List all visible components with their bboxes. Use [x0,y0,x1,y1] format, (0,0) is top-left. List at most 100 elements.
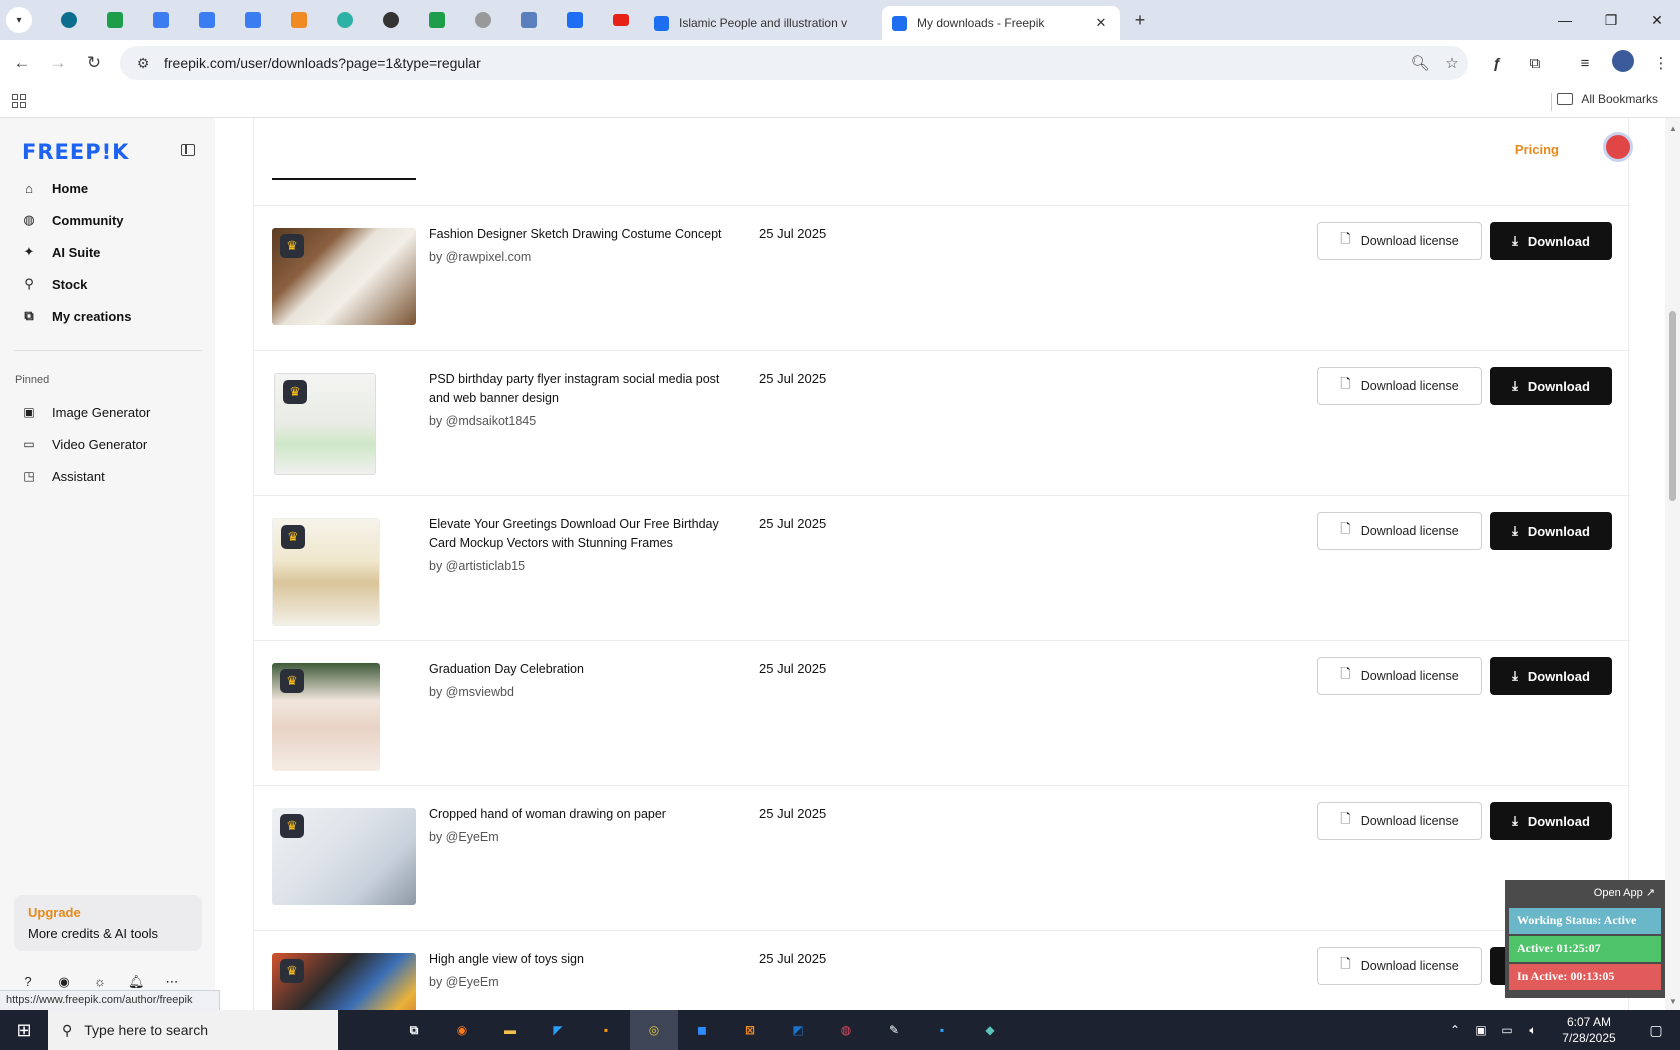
tab-my-downloads[interactable]: My downloads - Freepik ✕ [882,6,1120,40]
pinned-tab[interactable] [230,0,276,40]
tray-wifi-icon[interactable]: ▭ [1494,1023,1520,1037]
outlook-icon[interactable]: ◩ [774,1010,822,1050]
extensions-icon[interactable]: ⧉ [1516,55,1554,72]
bookmark-star-icon[interactable]: ☆ [1436,54,1468,72]
item-author[interactable]: by @msviewbd [429,685,514,699]
apps-grid-icon[interactable] [12,94,26,108]
sidebar-item-stock[interactable]: ⚲ Stock [14,268,204,300]
pinned-tab[interactable] [552,0,598,40]
pinned-tab[interactable] [92,0,138,40]
scroll-down-arrow-icon[interactable]: ▼ [1669,997,1677,1006]
close-tab-icon[interactable]: ✕ [1092,14,1110,32]
pinned-tab[interactable] [460,0,506,40]
item-author[interactable]: by @EyeEm [429,975,499,989]
close-window-icon[interactable]: ✕ [1634,0,1680,40]
sidebar-item-community[interactable]: ◍ Community [14,204,204,236]
thumbnail-image[interactable]: ♛ [272,518,380,626]
chrome-icon[interactable]: ◎ [630,1010,678,1050]
tray-network-icon[interactable]: ▣ [1468,1023,1494,1037]
notification-bell-icon[interactable]: 🔔︎ [128,974,145,990]
item-author[interactable]: by @rawpixel.com [429,250,531,264]
sidebar-collapse-icon[interactable] [181,144,195,156]
item-title[interactable]: PSD birthday party flyer instagram socia… [429,370,729,408]
reload-icon[interactable]: ↻ [76,45,112,81]
pinned-tab[interactable] [598,0,644,40]
new-tab-icon[interactable]: + [1126,6,1154,34]
app-shortcut-icon[interactable]: ◆ [966,1010,1014,1050]
firefox-icon[interactable]: ◉ [438,1010,486,1050]
notification-center-icon[interactable]: ▢ [1632,1022,1680,1039]
tray-expand-icon[interactable]: ⌃ [1442,1023,1468,1037]
item-title[interactable]: Graduation Day Celebration [429,660,729,679]
item-author[interactable]: by @EyeEm [429,830,499,844]
download-license-button[interactable]: 🗋︎ Download license [1317,657,1482,695]
taskbar-clock[interactable]: 6:07 AM 7/28/2025 [1546,1014,1632,1046]
minimize-icon[interactable]: — [1542,0,1588,40]
pinned-tab[interactable] [322,0,368,40]
pinned-tab[interactable] [276,0,322,40]
site-settings-icon[interactable]: ⚙ [128,55,158,72]
restore-icon[interactable]: ❐ [1588,0,1634,40]
scrollbar-thumb[interactable] [1669,311,1676,501]
volume-icon[interactable]: 🔈︎ [1520,1023,1546,1038]
pinned-item-assistant[interactable]: ◳ Assistant [14,460,204,492]
pinned-item-image-generator[interactable]: ▣ Image Generator [14,396,204,428]
scroll-up-arrow-icon[interactable]: ▲ [1669,124,1677,133]
freepik-logo[interactable]: FREEP!K [22,140,129,164]
item-title[interactable]: Fashion Designer Sketch Drawing Costume … [429,225,729,244]
thumbnail-image[interactable]: ♛ [272,953,416,1010]
tab-search-dropdown-icon[interactable]: ▾ [6,7,32,33]
help-icon[interactable]: ? [20,974,36,990]
tab-islamic-people[interactable]: Islamic People and illustration v [644,6,882,40]
user-avatar[interactable] [1603,132,1633,162]
download-button[interactable]: ⤓ Download [1490,367,1612,405]
pricing-link[interactable]: Pricing [1515,142,1559,157]
discord-icon[interactable]: ◉ [56,974,72,990]
pinned-tab[interactable] [506,0,552,40]
creative-cloud-icon[interactable]: ◍ [822,1010,870,1050]
download-button[interactable]: ⤓ Download [1490,222,1612,260]
item-author[interactable]: by @mdsaikot1845 [429,414,536,428]
zoom-app-icon[interactable]: ◼ [678,1010,726,1050]
download-license-button[interactable]: 🗋︎ Download license [1317,947,1482,985]
pinned-tab[interactable] [368,0,414,40]
download-license-button[interactable]: 🗋︎ Download license [1317,802,1482,840]
xampp-icon[interactable]: ⊠ [726,1010,774,1050]
pinned-tab[interactable] [414,0,460,40]
sidebar-item-ai-suite[interactable]: ✦ AI Suite [14,236,204,268]
task-view-icon[interactable]: ⧉ [390,1010,438,1050]
photoshop-icon[interactable]: ▪ [918,1010,966,1050]
address-bar[interactable]: ⚙ freepik.com/user/downloads?page=1&type… [120,46,1468,80]
file-explorer-icon[interactable]: ▬ [486,1010,534,1050]
forward-icon[interactable]: → [40,45,76,81]
zoom-icon[interactable]: 🔍︎ [1404,54,1436,72]
taskbar-search[interactable]: ⚲ Type here to search [48,1010,338,1050]
download-license-button[interactable]: 🗋︎ Download license [1317,367,1482,405]
sidebar-item-my-creations[interactable]: ⧉ My creations [14,300,204,332]
page-scrollbar[interactable]: ▲ ▼ [1665,118,1680,1010]
url-text[interactable]: freepik.com/user/downloads?page=1&type=r… [158,55,1404,71]
open-app-button[interactable]: Open App ↗ [1509,886,1661,904]
pinned-tab[interactable] [46,0,92,40]
profile-avatar-icon[interactable] [1604,50,1642,76]
download-license-button[interactable]: 🗋︎ Download license [1317,512,1482,550]
item-title[interactable]: Cropped hand of woman drawing on paper [429,805,729,824]
thumbnail-image[interactable]: ♛ [272,228,416,325]
item-title[interactable]: High angle view of toys sign [429,950,729,969]
theme-toggle-icon[interactable]: ☼ [92,974,108,990]
more-options-icon[interactable]: ⋯ [164,974,180,990]
back-icon[interactable]: ← [4,45,40,81]
download-license-button[interactable]: 🗋︎ Download license [1317,222,1482,260]
menu-kebab-icon[interactable]: ⋮ [1642,54,1680,72]
download-button[interactable]: ⤓ Download [1490,802,1612,840]
media-controls-icon[interactable]: ≡ [1566,55,1604,72]
download-button[interactable]: ⤓ Download [1490,512,1612,550]
illustrator-icon[interactable]: ▪ [582,1010,630,1050]
pinned-item-video-generator[interactable]: ▭ Video Generator [14,428,204,460]
all-bookmarks-button[interactable]: All Bookmarks [1557,92,1658,106]
font-extension-icon[interactable]: ƒ [1478,55,1516,72]
sidebar-item-home[interactable]: ⌂ Home [14,172,204,204]
item-author[interactable]: by @artisticlab15 [429,559,525,573]
pen-tool-icon[interactable]: ✎ [870,1010,918,1050]
upgrade-card[interactable]: Upgrade More credits & AI tools [14,895,202,951]
